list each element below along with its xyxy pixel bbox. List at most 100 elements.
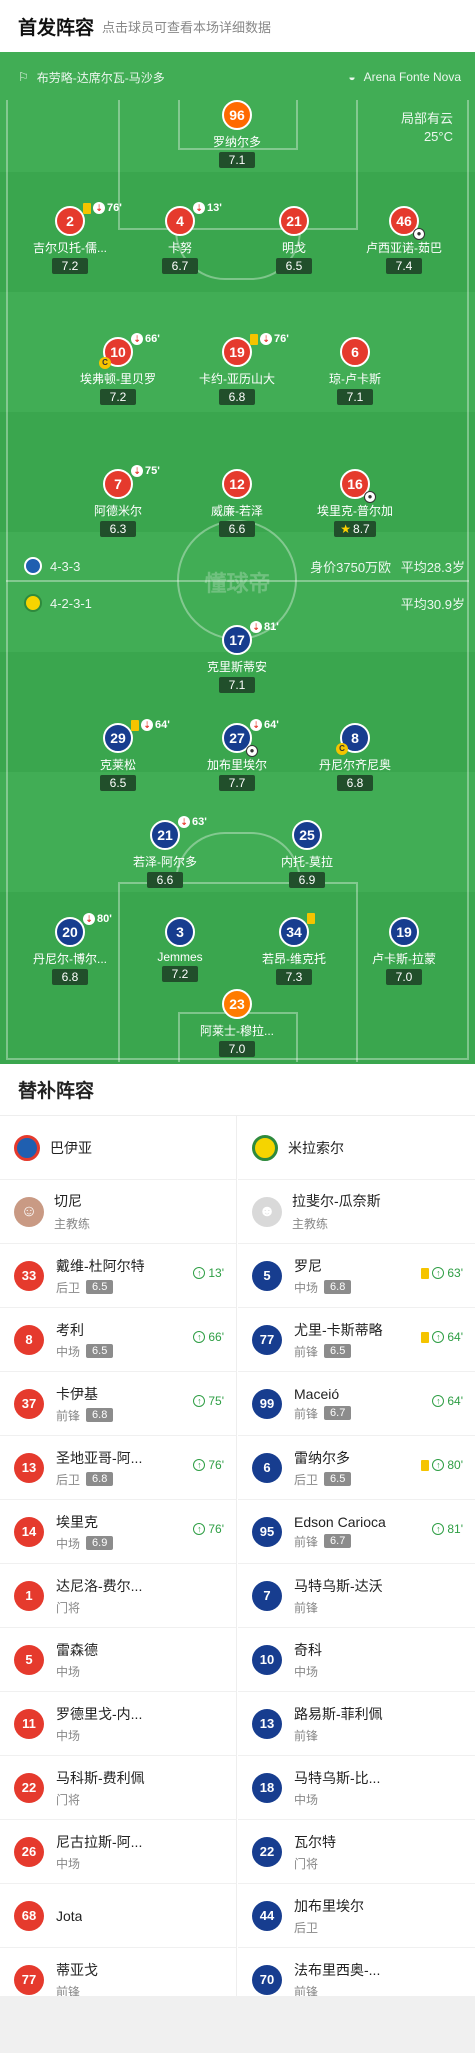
player-rating: 6.5 bbox=[276, 258, 312, 274]
away-player[interactable]: 17 ⇣ 81' 克里斯蒂安 7.1 bbox=[177, 621, 297, 694]
sub-off-icon: ⇣ bbox=[141, 719, 153, 731]
player-events: ⇣ 64' bbox=[131, 719, 170, 731]
sub-in-minute: 63' bbox=[447, 1266, 463, 1280]
player-number-badge: 4 ⇣ 13' bbox=[165, 202, 222, 236]
home-player[interactable]: 4 ⇣ 13' 卡努 6.7 bbox=[120, 202, 240, 275]
player-events bbox=[307, 913, 315, 924]
away-sub-row[interactable]: 13 路易斯-菲利佩 前锋 bbox=[238, 1692, 475, 1756]
home-player[interactable]: 16 ● 埃里克-普尔加 ★ 8.7 bbox=[295, 469, 415, 538]
player-name: 卢西亚诺-茹巴 bbox=[366, 241, 442, 255]
sub-number-badge: 22 bbox=[252, 1836, 282, 1867]
away-sub-row[interactable]: 77 尤里-卡斯蒂略 前锋 6.5 ↑ 64' bbox=[238, 1308, 475, 1372]
rating-value: 6.7 bbox=[171, 259, 189, 273]
sub-info: 考利 中场 6.5 bbox=[56, 1320, 114, 1360]
home-coach-role: 主教练 bbox=[54, 1217, 91, 1231]
home-sub-row[interactable]: 14 埃里克 中场 6.9 ↑ 76' bbox=[0, 1500, 236, 1564]
home-sub-row[interactable]: 8 考利 中场 6.5 ↑ 66' bbox=[0, 1308, 236, 1372]
sub-name: 雷纳尔多 bbox=[294, 1449, 350, 1466]
sub-name: Jota bbox=[56, 1907, 83, 1924]
sub-number-badge: 95 bbox=[252, 1516, 282, 1547]
away-player[interactable]: 29 ⇣ 64' 克莱松 6.5 bbox=[58, 719, 178, 792]
sub-name: Maceió bbox=[294, 1385, 340, 1402]
captain-icon: C bbox=[99, 357, 111, 369]
away-sub-row[interactable]: 18 马特乌斯-比... 中场 bbox=[238, 1756, 475, 1820]
player-events: ⇣ 75' bbox=[131, 465, 160, 477]
away-sub-row[interactable]: 5 罗尼 中场 6.8 ↑ 63' bbox=[238, 1244, 475, 1308]
home-sub-row[interactable]: 37 卡伊基 前锋 6.8 ↑ 75' bbox=[0, 1372, 236, 1436]
away-player[interactable]: 23 阿莱士-穆拉... 7.0 bbox=[177, 989, 297, 1058]
sub-position: 门将 bbox=[56, 1792, 81, 1807]
home-player[interactable]: 2 ⇣ 76' 吉尔贝托-儒... 7.2 bbox=[10, 202, 130, 275]
sub-name: 蒂亚戈 bbox=[56, 1961, 98, 1978]
match-info-row: ⚐ 布劳略-达席尔瓦-马沙多 ◒ Arena Fonte Nova bbox=[0, 52, 475, 102]
subs-title: 替补阵容 bbox=[0, 1064, 475, 1116]
home-player[interactable]: 10 ⇣ 66' C 埃弗顿-里贝罗 7.2 bbox=[58, 333, 178, 406]
home-team-row[interactable]: 巴伊亚 bbox=[0, 1116, 236, 1180]
sub-position: 门将 bbox=[56, 1600, 81, 1615]
sub-info: 达尼洛-费尔... 门将 bbox=[56, 1576, 142, 1616]
sub-info: 雷森德 中场 bbox=[56, 1640, 98, 1680]
rating-value: 6.8 bbox=[346, 776, 364, 790]
sub-rating: 6.5 bbox=[324, 1472, 352, 1486]
away-player[interactable]: 8 C 丹尼尔齐尼奥 6.8 bbox=[295, 723, 415, 792]
home-player[interactable]: 6 琼-卢卡斯 7.1 bbox=[295, 337, 415, 406]
home-player[interactable]: 12 威廉-若泽 6.6 bbox=[177, 469, 297, 538]
away-player[interactable]: 19 卢卡斯-拉蒙 7.0 bbox=[344, 917, 464, 986]
away-player[interactable]: 34 若昂-维克托 7.3 bbox=[234, 913, 354, 986]
away-player[interactable]: 21 ⇣ 63' 若泽-阿尔多 6.6 bbox=[105, 816, 225, 889]
away-sub-row[interactable]: 7 马特乌斯-达沃 前锋 bbox=[238, 1564, 475, 1628]
sub-position: 前锋 bbox=[294, 1534, 319, 1549]
sub-name: 奇科 bbox=[294, 1641, 322, 1658]
away-coach-row[interactable]: ☻ 拉斐尔-瓜奈斯 主教练 bbox=[238, 1180, 475, 1244]
sub-position: 中场 bbox=[56, 1856, 81, 1871]
away-sub-row[interactable]: 22 瓦尔特 门将 bbox=[238, 1820, 475, 1884]
sub-position: 前锋 bbox=[294, 1344, 319, 1359]
coach-avatar: ☺ bbox=[14, 1196, 44, 1227]
home-coach-row[interactable]: ☺ 切尼 主教练 bbox=[0, 1180, 236, 1244]
sub-position: 中场 bbox=[56, 1664, 81, 1679]
sub-info: 加布里埃尔 后卫 bbox=[294, 1896, 364, 1936]
sub-position: 中场 bbox=[294, 1664, 319, 1679]
home-player[interactable]: 7 ⇣ 75' 阿德米尔 6.3 bbox=[58, 465, 178, 538]
player-rating: 6.6 bbox=[147, 872, 183, 888]
sub-info: 卡伊基 前锋 6.8 bbox=[56, 1384, 114, 1424]
sub-on-icon: ↑ bbox=[432, 1267, 445, 1279]
away-sub-row[interactable]: 95 Edson Carioca 前锋 6.7 ↑ 81' bbox=[238, 1500, 475, 1564]
away-sub-row[interactable]: 44 加布里埃尔 后卫 bbox=[238, 1884, 475, 1948]
home-player[interactable]: 46 ● 卢西亚诺-茹巴 7.4 bbox=[344, 206, 464, 275]
away-sub-row[interactable]: 6 雷纳尔多 后卫 6.5 ↑ 80' bbox=[238, 1436, 475, 1500]
sub-name: 达尼洛-费尔... bbox=[56, 1577, 143, 1594]
away-player[interactable]: 25 内托-莫拉 6.9 bbox=[247, 820, 367, 889]
away-sub-row[interactable]: 99 Maceió 前锋 6.7 ↑ 64' bbox=[238, 1372, 475, 1436]
away-player[interactable]: 27 ⇣ 64' ● 加布里埃尔 7.7 bbox=[177, 719, 297, 792]
away-player[interactable]: 3 Jemmes 7.2 bbox=[120, 917, 240, 983]
home-sub-row[interactable]: 1 达尼洛-费尔... 门将 bbox=[0, 1564, 236, 1628]
captain-icon: C bbox=[336, 743, 348, 755]
sub-on-icon: ↑ bbox=[193, 1395, 206, 1407]
home-sub-row[interactable]: 33 戴维-杜阿尔特 后卫 6.5 ↑ 13' bbox=[0, 1244, 236, 1308]
sub-name: 考利 bbox=[56, 1321, 84, 1338]
sub-position-row: 中场 bbox=[294, 1791, 380, 1808]
home-sub-row[interactable]: 13 圣地亚哥-阿... 后卫 6.8 ↑ 76' bbox=[0, 1436, 236, 1500]
rating-value: 7.4 bbox=[395, 259, 413, 273]
home-player[interactable]: 96 罗纳尔多 7.1 bbox=[177, 100, 297, 169]
away-player[interactable]: 20 ⇣ 80' 丹尼尔-博尔... 6.8 bbox=[10, 913, 130, 986]
home-player[interactable]: 19 ⇣ 76' 卡约-亚历山大 6.8 bbox=[177, 333, 297, 406]
player-name: 克莱松 bbox=[99, 758, 136, 772]
home-player[interactable]: 21 明戈 6.5 bbox=[234, 206, 354, 275]
home-sub-row[interactable]: 68 Jota bbox=[0, 1884, 236, 1948]
sub-rating: 6.8 bbox=[86, 1472, 114, 1486]
home-sub-row[interactable]: 5 雷森德 中场 bbox=[0, 1628, 236, 1692]
home-sub-row[interactable]: 26 尼古拉斯-阿... 中场 bbox=[0, 1820, 236, 1884]
home-sub-row[interactable]: 22 马科斯-费利佩 门将 bbox=[0, 1756, 236, 1820]
home-sub-row[interactable]: 11 罗德里戈-内... 中场 bbox=[0, 1692, 236, 1756]
away-team-row[interactable]: 米拉索尔 bbox=[238, 1116, 475, 1180]
sub-position: 中场 bbox=[294, 1280, 319, 1295]
away-sub-row[interactable]: 10 奇科 中场 bbox=[238, 1628, 475, 1692]
player-name: 丹尼尔-博尔... bbox=[33, 952, 107, 966]
rating-value: 8.7 bbox=[353, 522, 370, 536]
sub-in-minute: 75' bbox=[208, 1394, 224, 1408]
sub-name: 法布里西奥-... bbox=[294, 1961, 381, 1978]
sub-rating: 6.7 bbox=[324, 1534, 352, 1548]
sub-position-row: 后卫 6.5 bbox=[294, 1471, 352, 1488]
